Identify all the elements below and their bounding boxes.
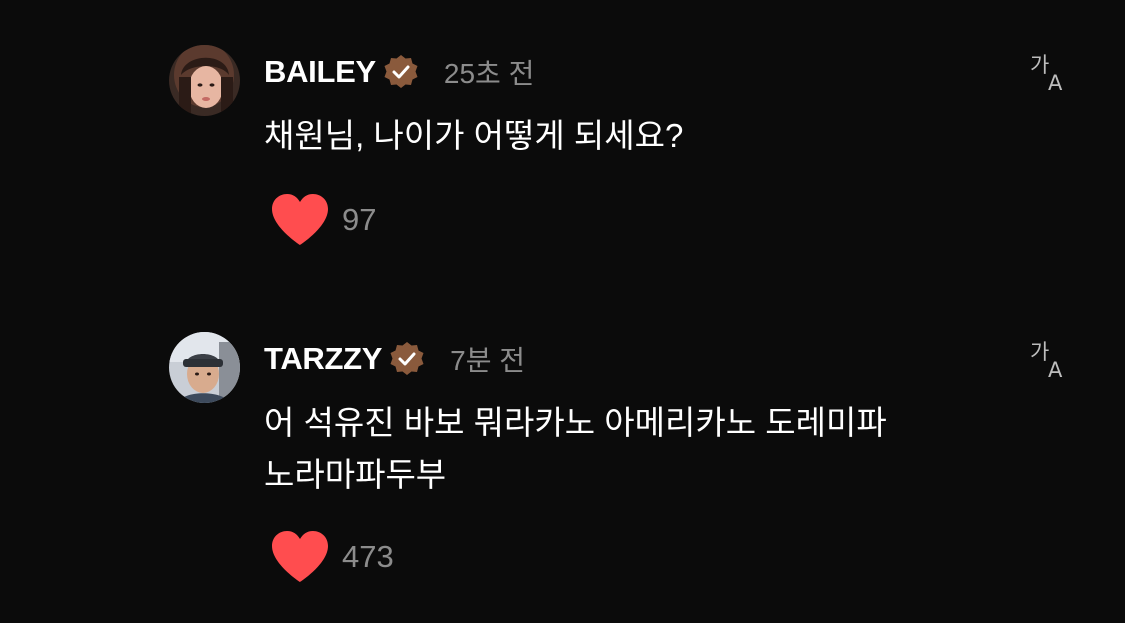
comment-header: TARZZY 7분 전 — [264, 337, 525, 381]
timestamp: 25초 전 — [443, 58, 535, 89]
verified-badge-icon — [388, 340, 426, 378]
comment-text: 어 석유진 바보 뭐라카노 아메리카노 도레미파 노라마파두부 — [264, 397, 1024, 501]
svg-text:A: A — [1048, 358, 1063, 379]
username[interactable]: BAILEY — [264, 54, 376, 90]
timestamp: 7분 전 — [450, 345, 526, 376]
like-row: 473 — [270, 529, 394, 585]
like-count: 473 — [342, 539, 394, 574]
translate-icon[interactable]: 가 A — [1030, 52, 1072, 95]
comment-text-line: 채원님, 나이가 어떻게 되세요? — [264, 117, 684, 154]
translate-icon[interactable]: 가 A — [1030, 339, 1072, 382]
comment-text-line: 노라마파두부 — [264, 456, 447, 493]
username[interactable]: TARZZY — [264, 341, 382, 377]
like-row: 97 — [270, 192, 376, 248]
svg-text:가: 가 — [1030, 340, 1049, 364]
avatar-photo-icon — [169, 332, 240, 403]
comment-header: BAILEY 25초 전 — [264, 50, 534, 94]
verified-badge-icon — [382, 53, 420, 91]
svg-text:가: 가 — [1030, 53, 1049, 77]
user-avatar[interactable] — [169, 45, 240, 116]
svg-text:A: A — [1048, 71, 1063, 92]
avatar-photo-icon — [169, 45, 240, 116]
heart-icon[interactable] — [270, 530, 330, 584]
heart-icon[interactable] — [270, 193, 330, 247]
comment-text: 채원님, 나이가 어떻게 되세요? — [264, 110, 1024, 162]
user-avatar[interactable] — [169, 332, 240, 403]
comment-text-line: 어 석유진 바보 뭐라카노 아메리카노 도레미파 — [264, 404, 887, 441]
like-count: 97 — [342, 202, 377, 237]
